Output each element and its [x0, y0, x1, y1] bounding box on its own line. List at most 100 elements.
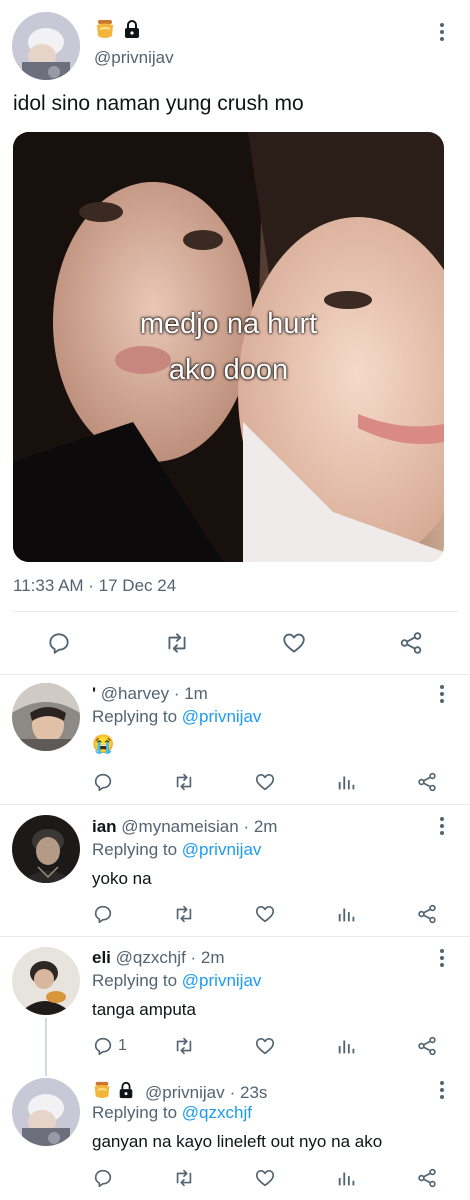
photo-caption-line-1: medjo na hurt [139, 308, 318, 340]
like-button[interactable] [254, 903, 276, 925]
section-divider [0, 674, 470, 675]
retweet-icon [176, 905, 192, 923]
reply-header: ' @harvey · 1m [92, 684, 208, 704]
heart-icon [255, 1038, 275, 1055]
section-divider [0, 936, 470, 937]
replying-to-handle[interactable]: @privnijav [182, 971, 262, 990]
analytics-button[interactable] [336, 1035, 358, 1057]
timestamp-divider [13, 611, 458, 612]
author-handle[interactable]: @privnijav [94, 48, 174, 68]
reply-handle[interactable]: @privnijav [145, 1083, 225, 1103]
more-options-icon[interactable] [432, 816, 452, 836]
replying-to: Replying to @privnijav [92, 971, 261, 991]
analytics-button[interactable] [336, 771, 358, 793]
retweet-icon [176, 773, 192, 791]
share-icon [418, 1036, 436, 1056]
share-icon [418, 904, 436, 924]
replying-to-label: Replying to [92, 971, 178, 990]
tweet-photo[interactable]: medjo na hurt ako doon [13, 132, 444, 562]
analytics-icon [338, 908, 355, 922]
reply-time[interactable]: · 1m [174, 684, 208, 703]
more-options-icon[interactable] [432, 684, 452, 704]
reply-icon [94, 905, 112, 924]
lock-icon [117, 1081, 135, 1104]
like-button[interactable] [254, 1167, 276, 1189]
reply-icon [94, 1037, 112, 1056]
reply-display-name[interactable]: ' [92, 684, 96, 703]
reply-button[interactable] [92, 903, 118, 925]
reply-icon [94, 1169, 112, 1188]
reply-display-name[interactable]: eli [92, 948, 111, 967]
replying-to-label: Replying to [92, 840, 178, 859]
replying-to: Replying to @privnijav [92, 840, 261, 860]
share-icon [418, 772, 436, 792]
reply-text: tanga amputa [92, 1000, 196, 1019]
tweet-timestamp[interactable]: 11:33 AM · 17 Dec 24 [13, 576, 176, 596]
more-options-icon[interactable] [432, 948, 452, 968]
reply-avatar[interactable] [12, 1078, 80, 1146]
heart-icon [255, 1170, 275, 1187]
reply-handle[interactable]: @qzxchjf [116, 948, 186, 967]
reply-avatar[interactable] [12, 683, 80, 751]
badge-row [94, 18, 142, 45]
replying-to: Replying to @privnijav [92, 707, 261, 727]
retweet-button[interactable] [172, 903, 196, 925]
reply-text: ganyan na kayo lineleft out nyo na ako [92, 1132, 383, 1151]
reply-header: eli @qzxchjf · 2m [92, 948, 225, 968]
share-icon [418, 1168, 436, 1188]
author-avatar[interactable] [12, 12, 80, 80]
replying-to-handle[interactable]: @privnijav [182, 840, 262, 859]
reply-icon [94, 773, 112, 792]
like-button[interactable] [281, 630, 307, 656]
share-icon [400, 632, 422, 654]
tweet-text: idol sino naman yung crush mo [13, 92, 304, 115]
reply-time[interactable]: · 2m [243, 817, 277, 836]
analytics-icon [338, 776, 355, 790]
reply-avatar[interactable] [12, 815, 80, 883]
reply-button[interactable] [92, 771, 118, 793]
more-options-icon[interactable] [432, 22, 452, 42]
photo-caption-line-2: ako doon [168, 354, 289, 386]
like-button[interactable] [254, 1035, 276, 1057]
like-button[interactable] [254, 771, 276, 793]
heart-icon [283, 633, 305, 653]
retweet-icon [176, 1037, 192, 1055]
reply-header: ian @mynameisian · 2m [92, 817, 277, 837]
reply-button[interactable] [92, 1167, 118, 1189]
replying-to-handle[interactable]: @privnijav [182, 707, 262, 726]
analytics-button[interactable] [336, 1167, 358, 1189]
retweet-button[interactable] [172, 1035, 196, 1057]
share-button[interactable] [416, 903, 438, 925]
reply-button[interactable] [46, 630, 72, 656]
replying-to: Replying to @qzxchjf [92, 1103, 252, 1123]
analytics-button[interactable] [336, 903, 358, 925]
retweet-button[interactable] [172, 771, 196, 793]
honey-pot-icon [94, 18, 116, 45]
more-options-icon[interactable] [432, 1080, 452, 1100]
reply-handle[interactable]: @mynameisian [121, 817, 238, 836]
share-button[interactable] [398, 630, 424, 656]
reply-display-name[interactable]: ian [92, 817, 117, 836]
analytics-icon [338, 1172, 355, 1186]
share-button[interactable] [416, 771, 438, 793]
retweet-button[interactable] [172, 1167, 196, 1189]
retweet-icon [168, 633, 186, 653]
reply-avatar[interactable] [12, 947, 80, 1015]
reply-icon [49, 633, 69, 654]
reply-time[interactable]: · 2m [191, 948, 225, 967]
reply-header: @privnijav · 23s [92, 1080, 267, 1105]
replying-to-label: Replying to [92, 1103, 178, 1122]
lock-icon [122, 19, 142, 44]
reply-time[interactable]: · 23s [230, 1083, 268, 1103]
reply-button[interactable]: 1 [92, 1035, 127, 1057]
reply-handle[interactable]: @harvey [101, 684, 169, 703]
thread-connector-line [45, 1018, 47, 1076]
share-button[interactable] [416, 1167, 438, 1189]
reply-count: 1 [118, 1037, 127, 1054]
replying-to-label: Replying to [92, 707, 178, 726]
replying-to-handle[interactable]: @qzxchjf [182, 1103, 252, 1122]
share-button[interactable] [416, 1035, 438, 1057]
heart-icon [255, 774, 275, 791]
retweet-button[interactable] [163, 630, 191, 656]
reply-text: 😭 [92, 734, 115, 754]
